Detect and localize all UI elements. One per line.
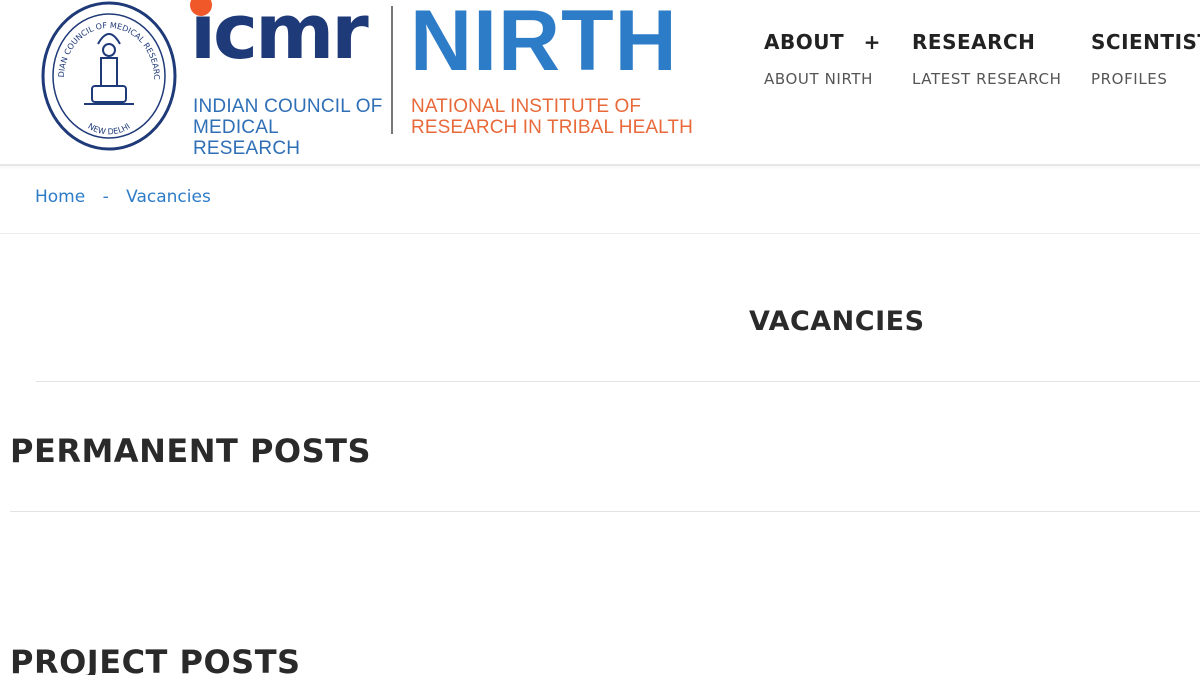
nav-research-sub[interactable]: LATEST RESEARCH <box>912 70 1061 88</box>
icmr-subtitle: INDIAN COUNCIL OF MEDICAL RESEARCH <box>193 96 383 159</box>
icmr-wordmark: icmr <box>190 0 369 76</box>
plus-icon[interactable]: + <box>864 30 881 54</box>
breadcrumb-separator: - <box>102 187 109 207</box>
nav-about-sub[interactable]: ABOUT NIRTH <box>764 70 881 88</box>
nav-item-about[interactable]: ABOUT + ABOUT NIRTH <box>764 30 881 88</box>
nav-about-label: ABOUT <box>764 30 845 54</box>
nav-item-research[interactable]: RESEARCH LATEST RESEARCH <box>912 30 1061 88</box>
nav-scientist-label: SCIENTIST <box>1091 30 1200 54</box>
breadcrumb: Home - Vacancies <box>35 187 211 207</box>
nirth-subtitle: NATIONAL INSTITUTE OF RESEARCH IN TRIBAL… <box>411 96 693 138</box>
site-header: INDIAN COUNCIL OF MEDICAL RESEARCH NEW D… <box>0 0 1200 166</box>
nav-scientist-sub[interactable]: PROFILES <box>1091 70 1200 88</box>
section-heading-project-posts: PROJECT POSTS <box>10 643 301 675</box>
section-divider <box>10 511 1200 512</box>
logo-divider <box>391 6 393 134</box>
breadcrumb-current[interactable]: Vacancies <box>126 187 211 207</box>
page-title: VACANCIES <box>749 306 925 337</box>
section-heading-permanent-posts: PERMANENT POSTS <box>10 432 372 470</box>
breadcrumb-bar: Home - Vacancies <box>0 168 1200 234</box>
nirth-wordmark: NIRTH <box>410 0 678 89</box>
icmr-emblem-logo[interactable]: INDIAN COUNCIL OF MEDICAL RESEARCH NEW D… <box>40 0 178 152</box>
title-divider <box>36 381 1200 382</box>
nav-research-label: RESEARCH <box>912 30 1036 54</box>
nav-item-scientist[interactable]: SCIENTIST PROFILES <box>1091 30 1200 88</box>
breadcrumb-home-link[interactable]: Home <box>35 187 85 207</box>
